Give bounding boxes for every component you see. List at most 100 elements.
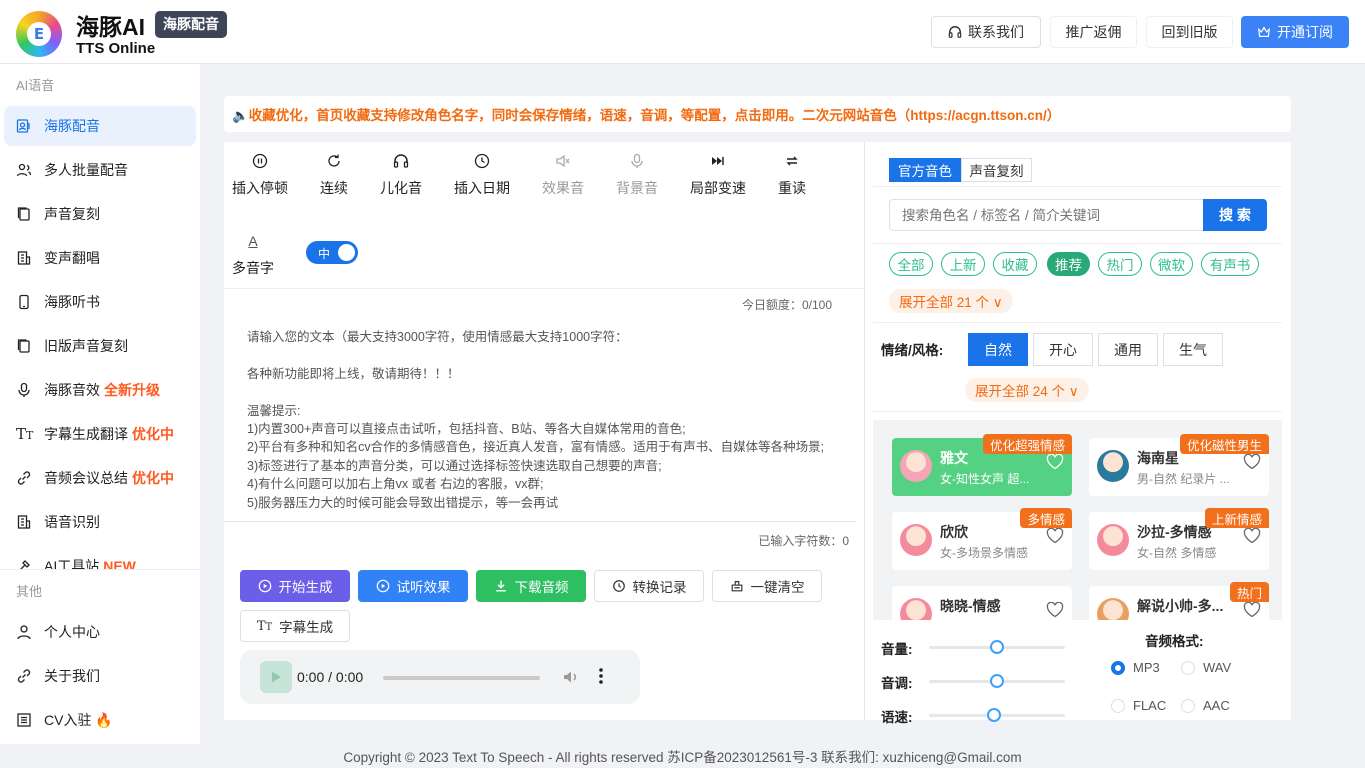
tab-voice-clone[interactable]: 声音复刻	[961, 158, 1032, 182]
tag-chip[interactable]: 微软	[1150, 252, 1193, 276]
sidebar-item-1[interactable]: 多人批量配音	[4, 150, 196, 190]
tool-label: 插入停顿	[232, 180, 288, 196]
heart-icon[interactable]	[1243, 601, 1261, 620]
sidebar-item-6[interactable]: 海豚音效 全新升级	[4, 370, 196, 410]
preview-button[interactable]: 试听效果	[358, 570, 468, 602]
heart-icon[interactable]	[1046, 601, 1064, 620]
expand-tags-button[interactable]: 展开全部 21 个 ∨	[889, 289, 1013, 313]
emotion-option[interactable]: 生气	[1163, 333, 1223, 366]
player-menu-button[interactable]	[598, 666, 604, 689]
tab-official-voices[interactable]: 官方音色	[889, 158, 961, 182]
tool-6[interactable]: 局部变速	[688, 150, 748, 198]
subscribe-button[interactable]: 开通订阅	[1241, 16, 1349, 48]
tool-polyphone[interactable]: A 多音字	[232, 230, 274, 278]
subtitle-button[interactable]: TT 字幕生成	[240, 610, 350, 642]
list-icon	[16, 712, 44, 728]
contact-button[interactable]: 联系我们	[931, 16, 1041, 48]
slider-handle[interactable]	[990, 674, 1004, 688]
tag-chip[interactable]: 热门	[1098, 252, 1142, 276]
copy-icon	[16, 338, 44, 354]
format-label: 音频格式:	[1145, 634, 1204, 649]
tool-0[interactable]: 插入停顿	[230, 150, 290, 198]
old-version-button[interactable]: 回到旧版	[1146, 16, 1233, 48]
sidebar-item-0[interactable]: 海豚配音	[4, 106, 196, 146]
tag-chip[interactable]: 有声书	[1201, 252, 1259, 276]
tag-chip[interactable]: 推荐	[1047, 252, 1090, 276]
sidebar-item-7[interactable]: TT 字幕生成翻译 优化中	[4, 414, 196, 454]
emotion-option[interactable]: 自然	[968, 333, 1028, 366]
tool-5[interactable]: 背景音	[607, 150, 667, 198]
tag-chip[interactable]: 上新	[941, 252, 985, 276]
toggle-knob	[338, 244, 355, 261]
voice-name: 欣欣	[940, 524, 968, 540]
volume-button[interactable]	[562, 668, 580, 689]
history-button[interactable]: 转换记录	[594, 570, 704, 602]
tag-chip[interactable]: 全部	[889, 252, 933, 276]
promo-button[interactable]: 推广返佣	[1050, 16, 1137, 48]
voice-name: 沙拉-多情感	[1137, 524, 1212, 540]
building-icon	[16, 250, 44, 266]
voice-card[interactable]: 海南星 男-自然 纪录片 ... 优化磁性男生	[1089, 434, 1269, 496]
voice-card[interactable]: 解说小帅-多... 男-解说 多情感 热门	[1089, 582, 1269, 620]
tool-1[interactable]: 连续	[304, 150, 364, 198]
sidebar-item-10[interactable]: AI工具站 NEW	[4, 546, 196, 569]
slider-handle[interactable]	[990, 640, 1004, 654]
sidebar-item-label: 变声翻唱	[44, 250, 100, 266]
heart-icon[interactable]	[1243, 527, 1261, 547]
clear-button[interactable]: 一键清空	[712, 570, 822, 602]
sidebar-other-0[interactable]: 个人中心	[4, 612, 196, 652]
tag-chip[interactable]: 收藏	[993, 252, 1037, 276]
voice-card[interactable]: 晓晓-情感女-温柔 知性 ...	[892, 586, 1072, 620]
sidebar-other-1[interactable]: 关于我们	[4, 656, 196, 696]
voice-name: 海南星	[1137, 450, 1179, 466]
voice-desc: 女-多场景多情感	[940, 546, 1028, 560]
text-input-area[interactable]: 请输入您的文本（最大支持3000字符，使用情感最大支持1000字符： 各种新功能…	[247, 328, 842, 520]
heart-icon[interactable]	[1046, 527, 1064, 547]
voice-card[interactable]: 雅文 女-知性女声 超... 优化超强情感	[892, 434, 1072, 496]
voice-name: 雅文	[940, 450, 968, 466]
sidebar-item-3[interactable]: 变声翻唱	[4, 238, 196, 278]
format-radio[interactable]: FLAC	[1111, 698, 1166, 713]
download-button[interactable]: 下载音频	[476, 570, 586, 602]
top-header: E 海豚AI 海豚配音 TTS Online 联系我们 推广返佣 回到旧版 开通…	[0, 0, 1365, 64]
expand-emotions-button[interactable]: 展开全部 24 个 ∨	[965, 378, 1089, 402]
tool-3[interactable]: 插入日期	[452, 150, 512, 198]
voice-card[interactable]: 沙拉-多情感 女-自然 多情感 上新情感	[1089, 508, 1269, 570]
tool-label: 效果音	[542, 180, 584, 196]
format-radio[interactable]: AAC	[1181, 698, 1230, 713]
format-label: MP3	[1133, 660, 1160, 675]
sidebar-item-8[interactable]: 音频会议总结 优化中	[4, 458, 196, 498]
format-radio[interactable]: MP3	[1111, 660, 1160, 675]
play-circle-icon	[376, 579, 389, 593]
sidebar: AI语音 海豚配音 多人批量配音 声音复刻 变声翻唱 海豚听书 旧版声音复刻 海豚音效 全新升…	[0, 64, 200, 744]
tool-7[interactable]: 重读	[762, 150, 822, 198]
slider-track[interactable]	[929, 674, 1065, 688]
slider-track[interactable]	[929, 708, 1065, 722]
sidebar-item-2[interactable]: 声音复刻	[4, 194, 196, 234]
format-radio[interactable]: WAV	[1181, 660, 1231, 675]
generate-button[interactable]: 开始生成	[240, 570, 350, 602]
format-label: FLAC	[1133, 698, 1167, 713]
player-progress[interactable]	[383, 676, 540, 680]
voice-card-grid: 雅文 女-知性女声 超... 优化超强情感 海南星 男-自然 纪录片 ... 优化磁性男生…	[873, 420, 1282, 620]
play-button[interactable]	[260, 661, 292, 693]
sidebar-item-9[interactable]: 语音识别	[4, 502, 196, 542]
slider-handle[interactable]	[987, 708, 1002, 722]
heart-icon[interactable]	[1046, 453, 1064, 473]
heart-icon[interactable]	[1243, 453, 1261, 473]
voice-search-input[interactable]	[889, 199, 1203, 231]
voice-name: 晓晓-情感	[940, 598, 1001, 614]
sidebar-other-2[interactable]: CV入驻 🔥	[4, 700, 196, 740]
lang-toggle[interactable]: 中	[306, 241, 358, 264]
tool-4[interactable]: 效果音	[533, 150, 593, 198]
emotion-option[interactable]: 开心	[1033, 333, 1093, 366]
app-logo[interactable]: E	[16, 11, 62, 57]
emotion-option[interactable]: 通用	[1098, 333, 1158, 366]
sidebar-item-4[interactable]: 海豚听书	[4, 282, 196, 322]
refresh-icon	[326, 150, 342, 172]
slider-track[interactable]	[929, 640, 1065, 654]
sidebar-item-5[interactable]: 旧版声音复刻	[4, 326, 196, 366]
voice-search-button[interactable]: 搜 索	[1203, 199, 1267, 231]
tool-2[interactable]: 儿化音	[371, 150, 431, 198]
voice-card[interactable]: 欣欣 女-多场景多情感 多情感	[892, 508, 1072, 570]
